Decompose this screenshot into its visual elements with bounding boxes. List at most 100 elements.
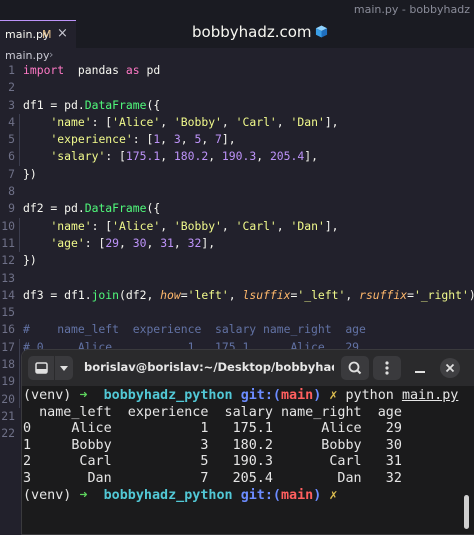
code-token: 190.3 bbox=[221, 149, 257, 164]
code-token: 'name' bbox=[50, 218, 92, 233]
line-number: 7 bbox=[8, 166, 15, 181]
line-number: 5 bbox=[8, 132, 15, 147]
indent-guide bbox=[19, 338, 20, 357]
line-number: 6 bbox=[8, 149, 15, 164]
code-token: , bbox=[201, 132, 216, 147]
code-text: }) bbox=[23, 166, 37, 183]
prompt-git-label: git:( bbox=[240, 388, 281, 403]
prompt-dirty-mark: ✗ bbox=[329, 388, 338, 403]
code-token: 'Dan' bbox=[290, 218, 325, 233]
code-text: df1 = pd.DataFrame({ bbox=[23, 97, 160, 114]
code-token: ], bbox=[324, 218, 339, 233]
code-line: 11 'age': [29, 30, 31, 32], bbox=[0, 234, 474, 253]
code-token: 'salary' bbox=[50, 149, 106, 164]
code-token: }) bbox=[23, 166, 37, 181]
code-token: , bbox=[221, 114, 236, 129]
prompt-arrow: ➜ bbox=[79, 388, 88, 403]
code-token: , bbox=[208, 149, 222, 164]
line-number: 2 bbox=[8, 80, 15, 95]
new-tab-icon bbox=[35, 362, 48, 374]
code-token: ], bbox=[221, 132, 236, 147]
close-icon[interactable]: × bbox=[57, 26, 68, 41]
tab-modified-badge: M bbox=[42, 28, 52, 41]
tab-menu-button[interactable] bbox=[55, 356, 73, 380]
line-number: 19 bbox=[1, 374, 15, 389]
code-token: as bbox=[125, 63, 140, 77]
prompt-branch: main bbox=[281, 487, 314, 503]
indent-guide bbox=[19, 234, 20, 253]
brand-text: bobbyhadz.com bbox=[192, 23, 312, 41]
tab-main-py[interactable]: main.py M × bbox=[0, 20, 76, 48]
indent-guide bbox=[19, 131, 20, 149]
output-line: name_left experience salary name_right a… bbox=[23, 404, 402, 420]
code-text: df3 = df1.join(df2, how='left', lsuffix=… bbox=[23, 287, 474, 304]
code-token: , bbox=[276, 218, 291, 233]
line-number: 8 bbox=[8, 184, 15, 199]
prompt-git-close: ) bbox=[313, 487, 322, 503]
code-line: 2 bbox=[0, 79, 474, 96]
code-token: : [ bbox=[84, 235, 106, 250]
terminal-scrollbar[interactable] bbox=[464, 495, 469, 529]
breadcrumb-file[interactable]: main.py bbox=[5, 49, 49, 62]
code-token: , bbox=[160, 149, 174, 164]
code-line: 5 'experience': [1, 3, 5, 7], bbox=[0, 131, 474, 149]
new-tab-button[interactable] bbox=[28, 356, 54, 380]
search-button[interactable] bbox=[341, 356, 369, 380]
code-token: , bbox=[160, 114, 174, 129]
close-icon bbox=[445, 363, 455, 373]
chevron-down-icon bbox=[60, 366, 68, 371]
code-token: 30 bbox=[132, 235, 147, 250]
code-token: 3 bbox=[173, 132, 181, 147]
output-line: 0 Alice 1 175.1 Alice 29 bbox=[23, 421, 402, 437]
code-token: lsuffix bbox=[242, 287, 291, 302]
code-text: df2 = pd.DataFrame({ bbox=[23, 200, 160, 217]
code-line: 8 bbox=[0, 183, 474, 200]
code-token: ({ bbox=[146, 201, 161, 216]
code-text: 'name': ['Alice', 'Bobby', 'Carl', 'Dan'… bbox=[23, 114, 338, 131]
minimize-icon[interactable] bbox=[412, 361, 428, 377]
indent-guide bbox=[19, 113, 20, 132]
code-token: ) bbox=[469, 288, 474, 302]
code-token: , bbox=[256, 149, 270, 164]
indent-guide bbox=[19, 390, 20, 408]
code-token: 180.2 bbox=[173, 149, 209, 164]
close-button[interactable] bbox=[440, 358, 460, 378]
code-line: 12}) bbox=[0, 252, 474, 269]
code-token: , bbox=[345, 287, 360, 302]
code-token: '_right' bbox=[413, 287, 469, 302]
code-line: 6 'salary': [175.1, 180.2, 190.3, 205.4]… bbox=[0, 148, 474, 166]
prompt-venv: (venv) bbox=[23, 388, 72, 403]
kebab-menu-icon bbox=[385, 361, 389, 375]
code-token: rsuffix bbox=[359, 287, 408, 302]
code-token: 'Bobby' bbox=[173, 218, 222, 233]
command-name: python bbox=[345, 388, 394, 403]
code-text: 'age': [29, 30, 31, 32], bbox=[23, 235, 215, 252]
code-token: 31 bbox=[160, 235, 174, 250]
code-line: 4 'name': ['Alice', 'Bobby', 'Carl', 'Da… bbox=[0, 113, 474, 132]
terminal-output[interactable]: (venv) ➜ bobbyhadz_python git:(main) ✗ p… bbox=[22, 388, 474, 504]
menu-button[interactable] bbox=[373, 356, 401, 380]
search-icon bbox=[348, 361, 362, 375]
code-token: pandas bbox=[64, 63, 126, 77]
line-number: 13 bbox=[1, 270, 15, 285]
code-token: , bbox=[146, 235, 161, 250]
prompt-dirty-mark: ✗ bbox=[329, 487, 338, 503]
indent-guide bbox=[19, 148, 20, 166]
line-number: 16 bbox=[1, 322, 15, 337]
line-number: 18 bbox=[1, 357, 15, 372]
code-token: 7 bbox=[215, 132, 222, 147]
code-token: ({ bbox=[146, 97, 161, 112]
command-file: main.py bbox=[401, 388, 459, 403]
code-token: 'name' bbox=[50, 114, 92, 129]
code-text: 'salary': [175.1, 180.2, 190.3, 205.4], bbox=[23, 148, 318, 165]
code-token: join bbox=[91, 287, 120, 302]
code-token: 175.1 bbox=[125, 149, 161, 164]
indent-guide bbox=[19, 356, 20, 374]
code-token: df1 = pd. bbox=[23, 97, 85, 112]
output-line: 1 Bobby 3 180.2 Bobby 30 bbox=[23, 437, 402, 453]
prompt-branch: main bbox=[281, 388, 314, 403]
indent-guide bbox=[19, 217, 20, 235]
